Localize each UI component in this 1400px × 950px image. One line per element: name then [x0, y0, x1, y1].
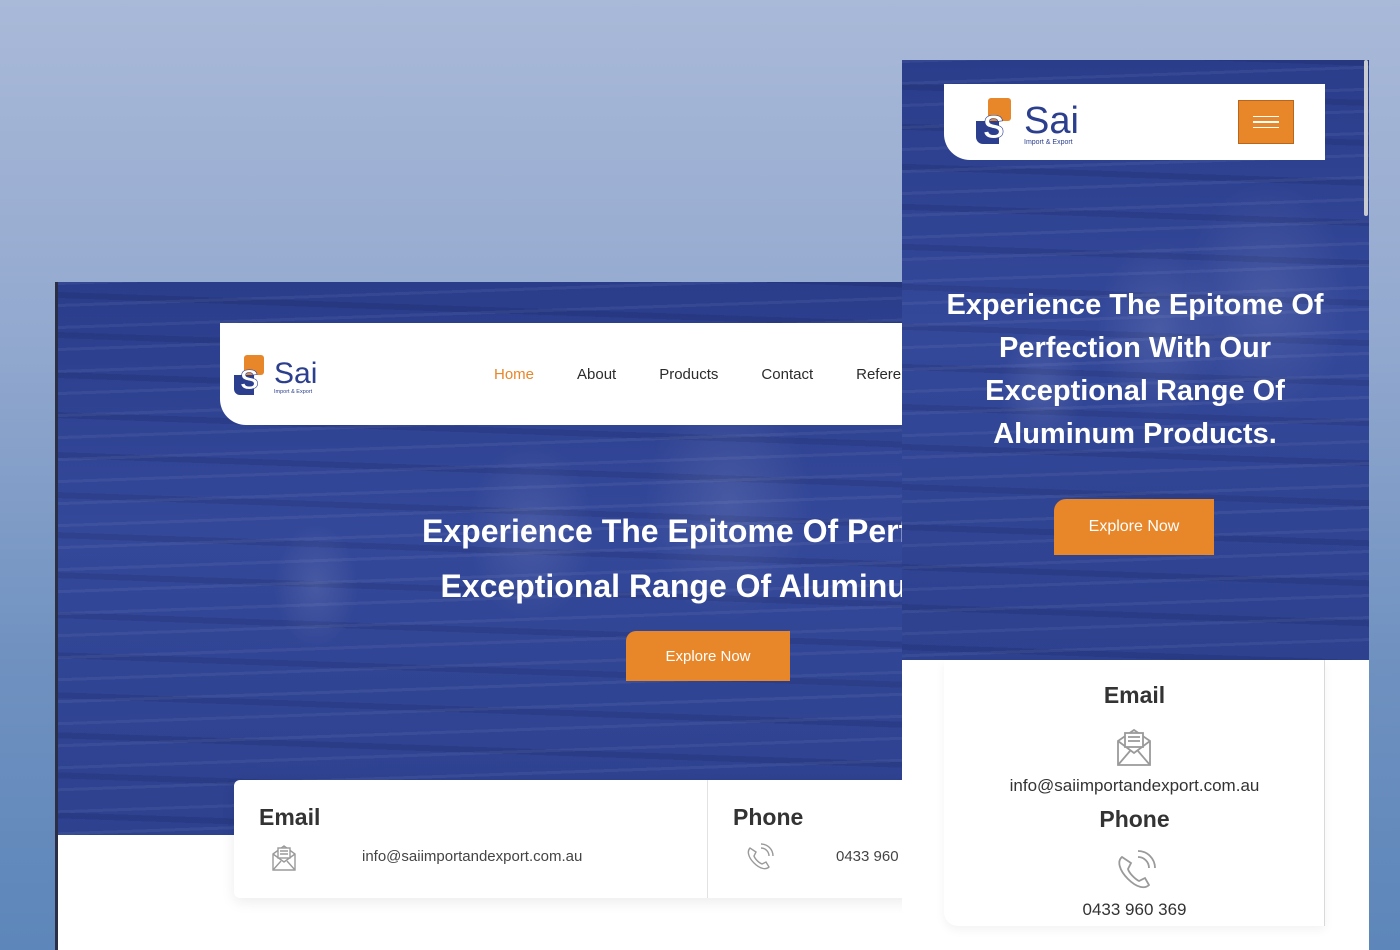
svg-text:S: S [240, 364, 259, 395]
contact-info-card: Email info@saiimportandexport.com.au Pho… [944, 660, 1325, 926]
hero-headline-line: Perfection With Our [998, 332, 1272, 364]
desktop-preview: S Sai Import & Export Home About Product… [55, 282, 915, 950]
hero-section: S Sai Import & Export Experience The Epi… [902, 60, 1369, 660]
phone-icon [1114, 848, 1156, 892]
hero-headline-line: Exceptional Range Of [985, 375, 1285, 407]
phone-heading: Phone [1099, 806, 1170, 832]
logo-wordmark: Sai [1024, 100, 1079, 142]
logo-wordmark: Sai [274, 357, 317, 390]
hero-section: S Sai Import & Export Home About Product… [58, 282, 915, 835]
explore-now-button[interactable]: Explore Now [1054, 499, 1214, 555]
hamburger-menu-button[interactable] [1238, 100, 1294, 144]
email-address[interactable]: info@saiimportandexport.com.au [944, 776, 1325, 796]
email-heading: Email [259, 804, 321, 830]
envelope-icon [270, 842, 298, 872]
logo-tagline: Import & Export [1024, 139, 1073, 146]
scrollbar[interactable] [1364, 60, 1368, 216]
email-heading: Email [1103, 682, 1166, 708]
navbar: S Sai Import & Export Home About Product… [220, 323, 915, 425]
phone-icon [744, 842, 774, 872]
nav-home[interactable]: Home [494, 366, 534, 383]
hero-headline-line: Experience The Epitome Of [946, 289, 1324, 321]
email-address[interactable]: info@saiimportandexport.com.au [362, 848, 582, 865]
hero-headline: Experience The Epitome Of Perfection Wit… [926, 284, 1344, 456]
hero-headline-line: Aluminum Products. [993, 418, 1277, 450]
phone-heading: Phone [733, 804, 804, 830]
nav-products[interactable]: Products [659, 366, 718, 383]
nav-contact[interactable]: Contact [761, 366, 813, 383]
navbar: S Sai Import & Export [944, 84, 1325, 160]
hero-headline: Experience The Epitome Of Perfectio Exce… [58, 504, 915, 614]
nav-references[interactable]: Refere [856, 366, 901, 383]
svg-text:S: S [983, 109, 1004, 145]
phone-number[interactable]: 0433 960 [836, 848, 899, 865]
phone-block: Phone 0433 960 [708, 780, 915, 898]
main-nav: Home About Products Contact Refere [494, 323, 915, 425]
hero-headline-line: Experience The Epitome Of Perfectio [422, 513, 915, 549]
contact-info-card: Email info@saiimportandexport.com.au Pho… [234, 780, 915, 898]
phone-number[interactable]: 0433 960 369 [944, 900, 1325, 920]
hamburger-icon [1253, 115, 1279, 118]
site-logo[interactable]: S Sai Import & Export [232, 353, 332, 397]
envelope-icon [1114, 724, 1154, 768]
mobile-preview: S Sai Import & Export Experience The Epi… [902, 60, 1369, 950]
logo-tagline: Import & Export [274, 389, 313, 395]
nav-about[interactable]: About [577, 366, 616, 383]
explore-now-button[interactable]: Explore Now [626, 631, 790, 681]
hero-headline-line: Exceptional Range Of Aluminum P [440, 568, 915, 604]
site-logo[interactable]: S Sai Import & Export [974, 96, 1090, 148]
email-block: Email info@saiimportandexport.com.au [234, 780, 708, 898]
